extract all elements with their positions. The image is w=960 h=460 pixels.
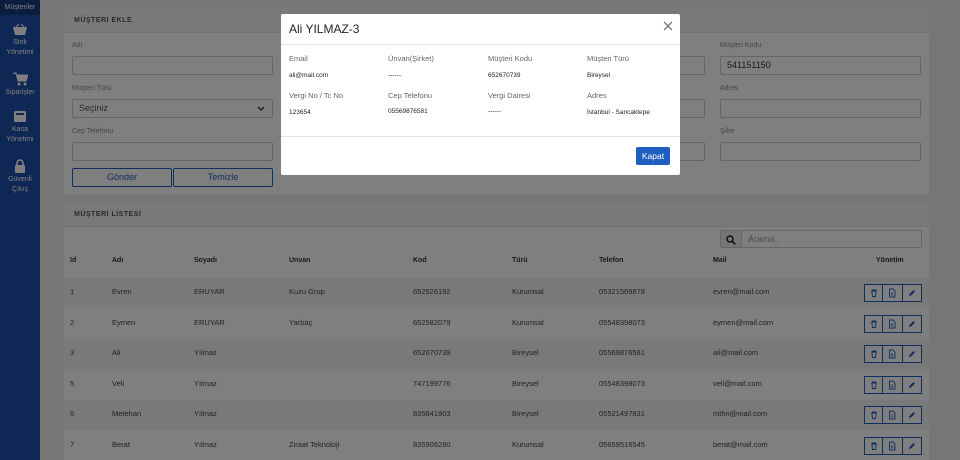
modal-field-value: 652670739 <box>488 72 521 79</box>
modal-field-label: Müşteri Kodu <box>488 54 533 63</box>
modal-field-value: 05569876581 <box>388 108 428 115</box>
modal-field-value: ------ <box>388 72 401 79</box>
modal-field-label: Cep Telefonu <box>388 91 433 100</box>
modal-field-value: 123654 <box>289 109 311 116</box>
modal-field-value: ------ <box>488 108 501 115</box>
modal-divider <box>281 44 680 45</box>
modal-field-label: Müşteri Türü <box>587 54 629 63</box>
modal-close-button[interactable]: Kapat <box>636 147 670 165</box>
close-icon[interactable] <box>662 20 674 32</box>
modal-field-label: Adres <box>587 91 607 100</box>
modal-field-label: Vergi No / Tc No <box>289 91 344 100</box>
modal-field-value: ali@mail.com <box>289 72 329 79</box>
customer-detail-modal: Ali YILMAZ-3 Email ali@mail.com Ünvan(Şi… <box>281 14 680 175</box>
modal-field-value: İstanbul - Sancaktepe <box>587 109 650 116</box>
modal-field-label: Email <box>289 54 308 63</box>
modal-footer-divider <box>281 136 680 137</box>
modal-field-label: Ünvan(Şirket) <box>388 54 434 63</box>
modal-title: Ali YILMAZ-3 <box>289 22 360 36</box>
modal-field-value: Bireysel <box>587 72 611 79</box>
modal-field-label: Vergi Dairesi <box>488 91 531 100</box>
